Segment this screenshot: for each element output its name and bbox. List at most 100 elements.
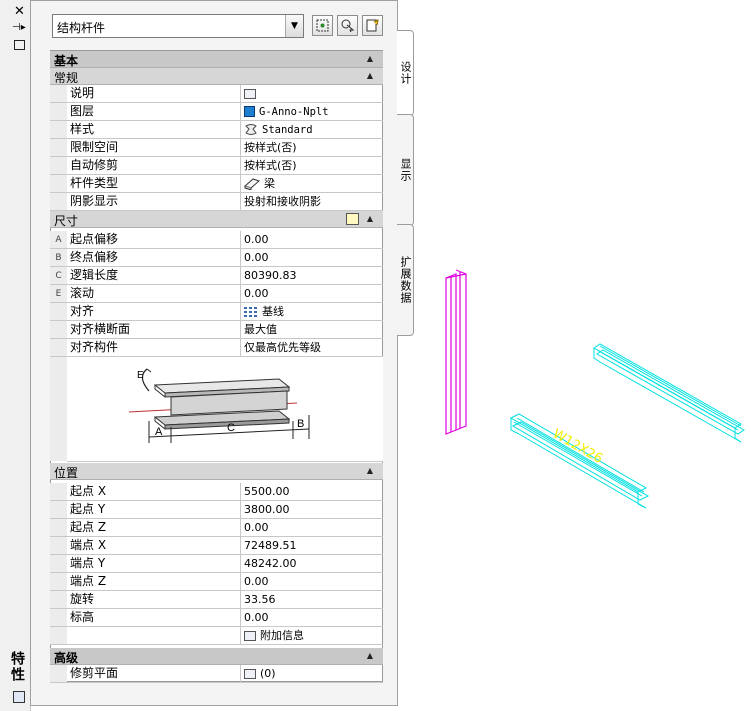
quick-select-button[interactable]	[362, 15, 383, 36]
property-row-member-type[interactable]: 杆件类型 梁	[50, 175, 383, 193]
row-gutter	[50, 85, 67, 102]
property-row-justify-section[interactable]: 对齐横断面 最大值	[50, 321, 383, 339]
close-icon[interactable]: ✕	[14, 4, 25, 19]
auto-hide-icon[interactable]: ⊣▸	[12, 22, 26, 33]
property-value[interactable]: 33.56	[242, 591, 384, 608]
property-row-start-y[interactable]: 起点 Y 3800.00	[50, 501, 383, 519]
tab-display[interactable]: 显示	[397, 114, 414, 226]
property-value[interactable]: 最大值	[242, 321, 384, 338]
property-value[interactable]: 80390.83	[242, 267, 384, 284]
trim-planes-value: (0)	[260, 666, 276, 680]
property-value[interactable]: (0)	[242, 665, 384, 682]
property-value[interactable]: G-Anno-Nplt	[242, 103, 384, 120]
property-label: 端点 X	[67, 537, 241, 554]
beam-annotation-label[interactable]: W12X26	[550, 426, 605, 466]
property-value[interactable]: 0.00	[242, 231, 384, 248]
diagram-label-c: C	[227, 422, 235, 434]
property-label: 对齐横断面	[67, 321, 241, 338]
drawing-canvas[interactable]: W12X26	[414, 240, 751, 520]
property-value[interactable]: 基线	[242, 303, 384, 320]
property-row-justify[interactable]: 对齐 基线	[50, 303, 383, 321]
tab-extended-data[interactable]: 扩展数据	[397, 224, 414, 336]
text-editor-icon[interactable]	[244, 88, 256, 99]
property-value[interactable]: 5500.00	[242, 483, 384, 500]
diagram-label-e: E	[137, 370, 144, 381]
chevron-down-icon[interactable]: ▼	[285, 15, 303, 37]
category-location-label: 位置	[54, 466, 79, 480]
property-row-roll[interactable]: E 滚动 0.00	[50, 285, 383, 303]
property-value[interactable]: 按样式(否)	[242, 157, 384, 174]
collapse-icon[interactable]: ▲	[367, 466, 373, 475]
property-label: 终点偏移	[67, 249, 241, 266]
property-value[interactable]: 3800.00	[242, 501, 384, 518]
select-objects-button[interactable]	[337, 15, 358, 36]
property-row-layer[interactable]: 图层 G-Anno-Nplt	[50, 103, 383, 121]
quick-select-icon	[366, 19, 379, 32]
property-value[interactable]: 72489.51	[242, 537, 384, 554]
property-value[interactable]: 0.00	[242, 573, 384, 590]
properties-menu-icon[interactable]	[14, 40, 25, 50]
category-location[interactable]: 位置 ▲	[50, 463, 383, 480]
property-row-shadow-display[interactable]: 阴影显示 投射和接收阴影	[50, 193, 383, 211]
property-value[interactable]: 0.00	[242, 285, 384, 302]
palette-settings-icon[interactable]	[13, 691, 25, 703]
property-label: 样式	[67, 121, 241, 138]
category-basic[interactable]: 基本 ▲	[50, 51, 383, 68]
object-type-select[interactable]: 结构杆件 ▼	[52, 14, 304, 38]
worksheet-icon[interactable]	[244, 668, 256, 679]
property-row-end-x[interactable]: 端点 X 72489.51	[50, 537, 383, 555]
row-gutter	[50, 627, 67, 644]
tab-design[interactable]: 设计	[397, 30, 414, 116]
collapse-icon[interactable]: ▲	[367, 651, 373, 660]
property-row-bounded-space[interactable]: 限制空间 按样式(否)	[50, 139, 383, 157]
property-row-style[interactable]: 样式 Standard	[50, 121, 383, 139]
beam-member-upper[interactable]	[593, 343, 745, 443]
property-value[interactable]: 梁	[242, 175, 384, 192]
collapse-icon[interactable]: ▲	[367, 71, 373, 80]
collapse-icon[interactable]: ▲	[367, 214, 373, 223]
collapse-icon[interactable]: ▲	[367, 54, 373, 63]
property-value[interactable]	[242, 85, 384, 102]
property-row-additional-info[interactable]: 附加信息	[50, 627, 383, 645]
property-label: 端点 Z	[67, 573, 241, 590]
property-value[interactable]: 0.00	[242, 609, 384, 626]
property-value[interactable]: 投射和接收阴影	[242, 193, 384, 210]
property-row-end-z[interactable]: 端点 Z 0.00	[50, 573, 383, 591]
property-row-start-z[interactable]: 起点 Z 0.00	[50, 519, 383, 537]
additional-info-button[interactable]: 附加信息	[260, 627, 304, 645]
property-row-end-offset[interactable]: B 终点偏移 0.00	[50, 249, 383, 267]
property-row-auto-trim[interactable]: 自动修剪 按样式(否)	[50, 157, 383, 175]
property-row-start-offset[interactable]: A 起点偏移 0.00	[50, 231, 383, 249]
property-row-trim-planes[interactable]: 修剪平面 (0)	[50, 665, 383, 683]
property-row-rotation[interactable]: 旋转 33.56	[50, 591, 383, 609]
property-row-end-y[interactable]: 端点 Y 48242.00	[50, 555, 383, 573]
property-row-logical-length[interactable]: C 逻辑长度 80390.83	[50, 267, 383, 285]
property-value[interactable]: 0.00	[242, 249, 384, 266]
category-dimensions[interactable]: 尺寸 ▲	[50, 211, 383, 228]
member-type-value: 梁	[264, 176, 275, 190]
property-value[interactable]: 0.00	[242, 519, 384, 536]
column-member[interactable]	[445, 269, 467, 435]
property-label: 阴影显示	[67, 193, 241, 210]
tab-design-label: 设计	[399, 61, 412, 85]
property-label: 对齐	[67, 303, 241, 320]
property-value[interactable]: Standard	[242, 121, 384, 138]
property-value[interactable]: 48242.00	[242, 555, 384, 572]
worksheet-icon[interactable]	[244, 630, 256, 641]
category-advanced[interactable]: 高级 ▲	[50, 648, 383, 665]
toggle-pickadd-button[interactable]	[312, 15, 333, 36]
bulb-icon[interactable]	[346, 213, 359, 225]
row-gutter	[50, 609, 67, 626]
start-z-value: 0.00	[244, 520, 269, 534]
beam-member-lower[interactable]	[509, 413, 650, 509]
category-general[interactable]: 常规 ▲	[50, 68, 383, 85]
property-value[interactable]: 附加信息	[242, 627, 384, 644]
property-row-description[interactable]: 说明	[50, 85, 383, 103]
property-row-justify-component[interactable]: 对齐构件 仅最高优先等级	[50, 339, 383, 357]
property-row-start-x[interactable]: 起点 X 5500.00	[50, 483, 383, 501]
property-label: 起点偏移	[67, 231, 241, 248]
property-row-elevation[interactable]: 标高 0.00	[50, 609, 383, 627]
property-value[interactable]: 仅最高优先等级	[242, 339, 384, 356]
property-value[interactable]: 按样式(否)	[242, 139, 384, 156]
layer-color-icon	[244, 106, 255, 117]
